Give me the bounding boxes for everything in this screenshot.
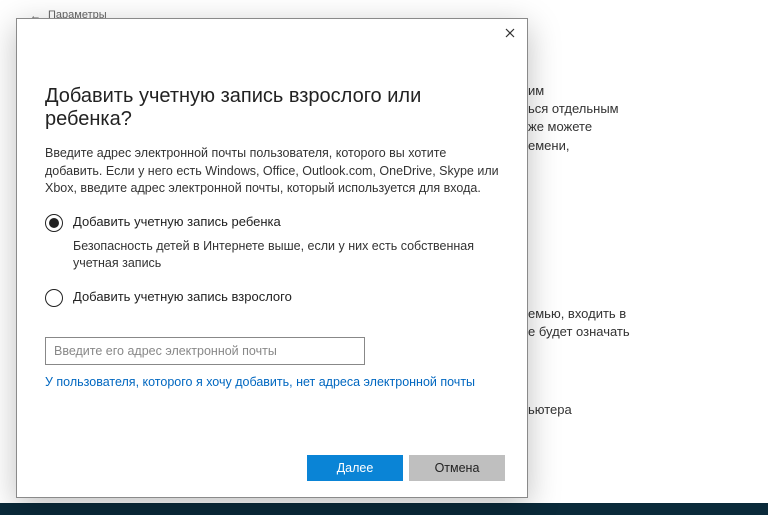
bg-text-fragment: ься отдельным [528, 100, 748, 118]
radio-option-child-help: Безопасность детей в Интернете выше, есл… [73, 238, 499, 273]
no-email-link[interactable]: У пользователя, которого я хочу добавить… [45, 375, 499, 389]
radio-option-child-label: Добавить учетную запись ребенка [73, 214, 281, 229]
bg-text-fragment: е будет означать [528, 323, 748, 341]
add-account-dialog: Добавить учетную запись взрослого или ре… [16, 18, 528, 498]
cancel-button[interactable]: Отмена [409, 455, 505, 481]
radio-option-adult[interactable]: Добавить учетную запись взрослого [45, 289, 499, 307]
radio-option-child[interactable]: Добавить учетную запись ребенка [45, 214, 499, 232]
bg-text-fragment: ьютера [528, 401, 748, 419]
email-field[interactable] [45, 337, 365, 365]
dialog-title: Добавить учетную запись взрослого или ре… [45, 85, 499, 131]
taskbar [0, 503, 768, 515]
radio-icon [45, 214, 63, 232]
parent-window-text: им ься отдельным же можете емени, емью, … [528, 82, 748, 419]
dialog-button-row: Далее Отмена [307, 455, 505, 481]
radio-icon [45, 289, 63, 307]
dialog-description: Введите адрес электронной почты пользова… [45, 145, 499, 198]
account-type-radio-group: Добавить учетную запись ребенка Безопасн… [45, 214, 499, 307]
bg-text-fragment: емени, [528, 137, 748, 155]
close-icon[interactable] [499, 23, 521, 43]
bg-text-fragment: же можете [528, 118, 748, 136]
bg-text-fragment: им [528, 82, 748, 100]
bg-text-fragment: емью, входить в [528, 305, 748, 323]
next-button[interactable]: Далее [307, 455, 403, 481]
radio-option-adult-label: Добавить учетную запись взрослого [73, 289, 292, 304]
